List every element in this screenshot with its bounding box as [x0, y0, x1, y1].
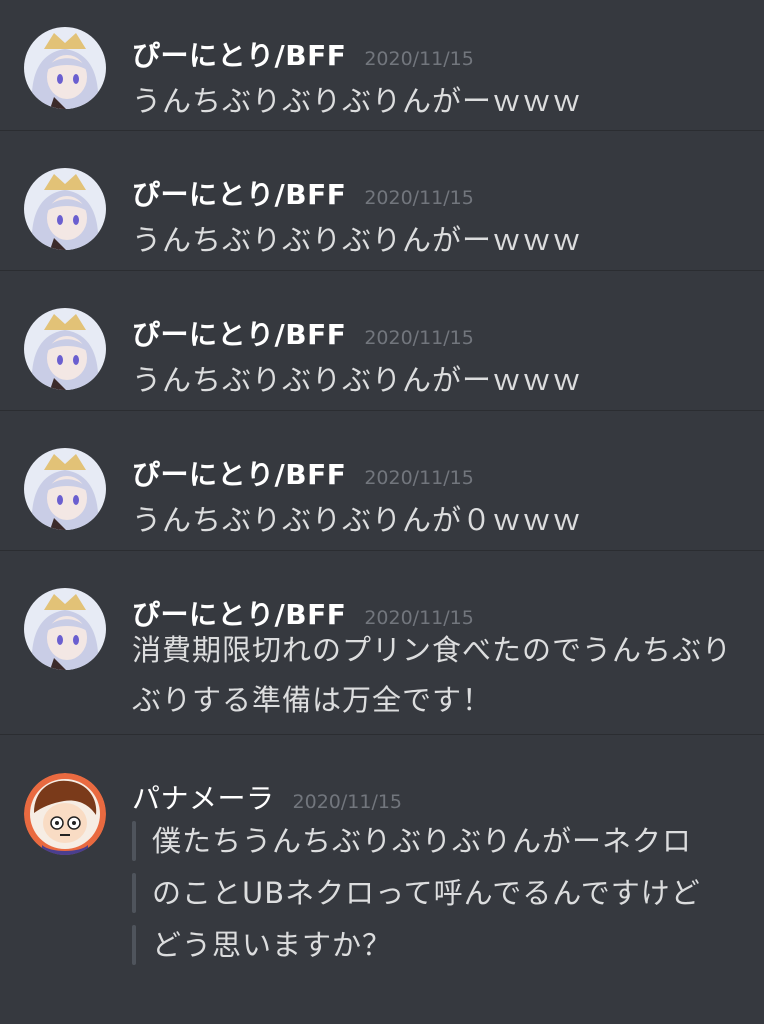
message-header: ぴーにとり/BFF 2020/11/15 — [132, 173, 474, 213]
timestamp: 2020/11/15 — [364, 327, 474, 349]
quote-line: のことUBネクロって呼んでるんですけど — [132, 867, 732, 919]
message-header: ぴーにとり/BFF 2020/11/15 — [132, 453, 474, 493]
quote-line: 僕たちうんちぶりぶりぶりんがーネクロ — [132, 815, 732, 867]
message-item: ぴーにとり/BFF 2020/11/15 消費期限切れのプリン食べたのでうんちぶ… — [0, 551, 764, 735]
quote-line: どう思いますか？ — [132, 919, 732, 971]
message-text: 消費期限切れのプリン食べたのでうんちぶりぶりする準備は万全です！ — [132, 633, 733, 717]
chat-log: ぴーにとり/BFF 2020/11/15 うんちぶりぶりぶりんがーｗｗｗ ぴーに… — [0, 0, 764, 1024]
username[interactable]: ぴーにとり/BFF — [132, 453, 346, 493]
user-avatar[interactable] — [24, 168, 106, 250]
message-header: パナメーラ 2020/11/15 — [132, 777, 402, 817]
timestamp: 2020/11/15 — [364, 48, 474, 70]
user-avatar[interactable] — [24, 308, 106, 390]
avatar-image-icon — [24, 168, 106, 250]
message-item: ぴーにとり/BFF 2020/11/15 うんちぶりぶりぶりんが０ｗｗｗ — [0, 411, 764, 551]
message-header: ぴーにとり/BFF 2020/11/15 — [132, 313, 474, 353]
user-avatar[interactable] — [24, 448, 106, 530]
timestamp: 2020/11/15 — [364, 467, 474, 489]
username[interactable]: パナメーラ — [132, 777, 275, 817]
message-text: うんちぶりぶりぶりんがーｗｗｗ — [132, 84, 583, 118]
message-text: うんちぶりぶりぶりんがーｗｗｗ — [132, 363, 583, 397]
avatar-image-icon — [24, 308, 106, 390]
avatar-image-icon — [24, 448, 106, 530]
blockquote: 僕たちうんちぶりぶりぶりんがーネクロ のことUBネクロって呼んでるんですけど ど… — [132, 815, 732, 971]
message-text: うんちぶりぶりぶりんが０ｗｗｗ — [132, 503, 583, 537]
avatar-image-icon — [24, 27, 106, 109]
username[interactable]: ぴーにとり/BFF — [132, 313, 346, 353]
message-item: ぴーにとり/BFF 2020/11/15 うんちぶりぶりぶりんがーｗｗｗ — [0, 0, 764, 131]
username[interactable]: ぴーにとり/BFF — [132, 34, 346, 74]
username[interactable]: ぴーにとり/BFF — [132, 173, 346, 213]
message-item: ぴーにとり/BFF 2020/11/15 うんちぶりぶりぶりんがーｗｗｗ — [0, 131, 764, 271]
message-header: ぴーにとり/BFF 2020/11/15 — [132, 34, 474, 74]
user-avatar[interactable] — [24, 588, 106, 670]
user-avatar[interactable] — [24, 773, 106, 855]
timestamp: 2020/11/15 — [364, 187, 474, 209]
avatar-image-icon — [24, 773, 106, 855]
message-text: うんちぶりぶりぶりんがーｗｗｗ — [132, 223, 583, 257]
timestamp: 2020/11/15 — [292, 791, 403, 813]
message-item: ぴーにとり/BFF 2020/11/15 うんちぶりぶりぶりんがーｗｗｗ — [0, 271, 764, 411]
avatar-image-icon — [24, 588, 106, 670]
message-item: パナメーラ 2020/11/15 僕たちうんちぶりぶりぶりんがーネクロ のことU… — [0, 735, 764, 1024]
user-avatar[interactable] — [24, 27, 106, 109]
